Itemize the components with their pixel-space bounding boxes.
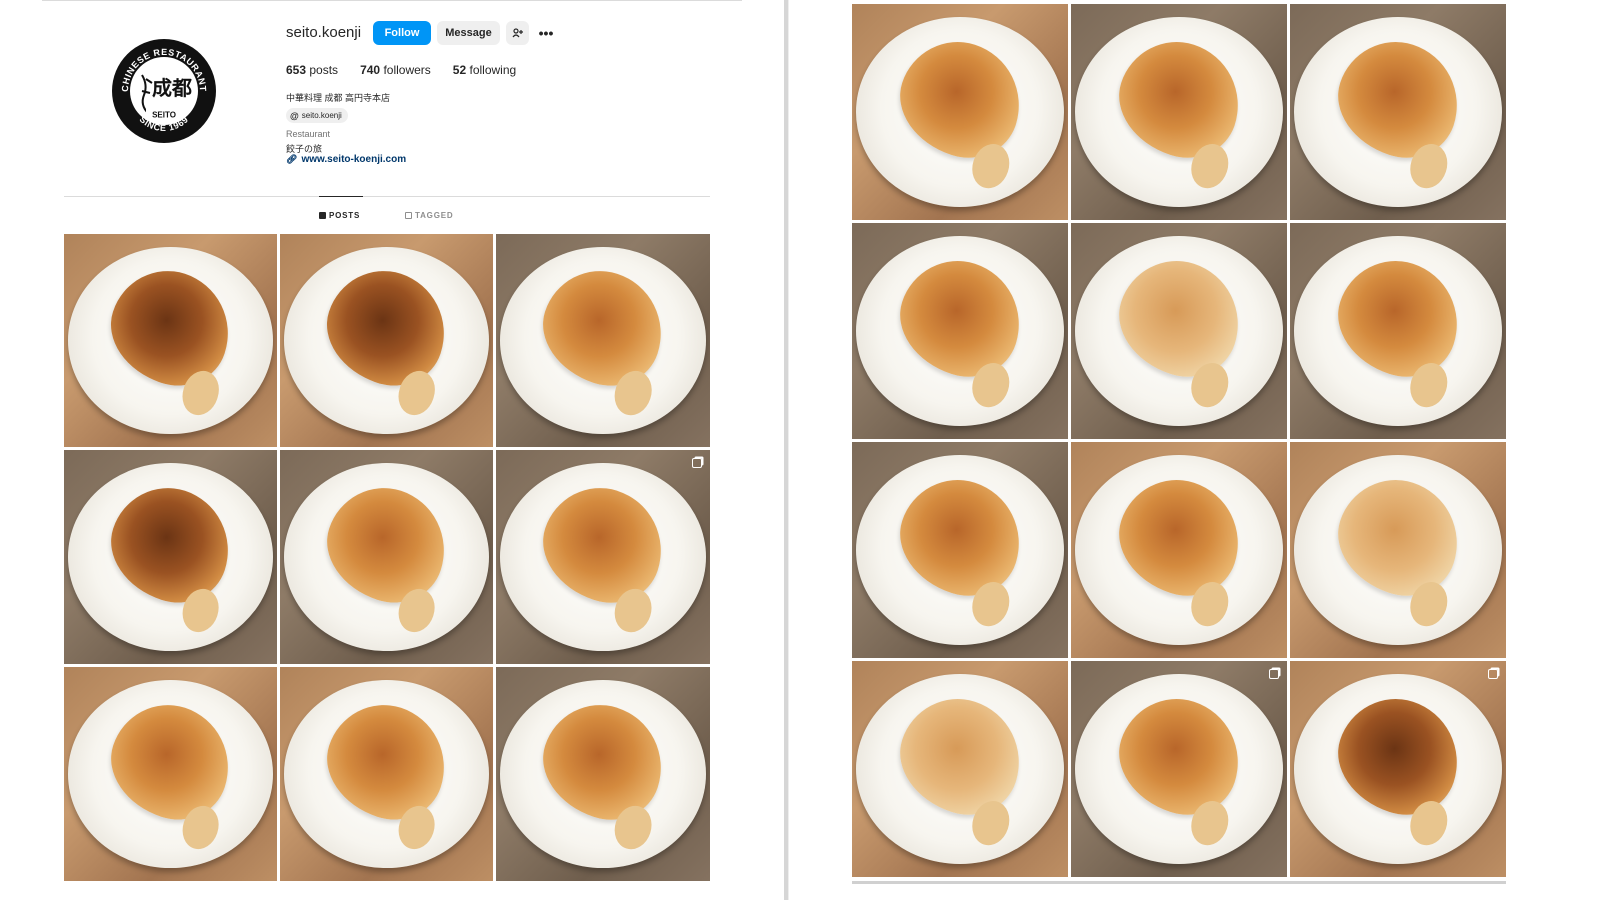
bottom-divider — [852, 881, 1506, 884]
post-tile[interactable] — [496, 450, 710, 664]
bio-name: 中華料理 成都 高円寺本店 — [286, 93, 391, 103]
post-tile[interactable] — [852, 223, 1068, 439]
tagged-icon — [405, 212, 412, 219]
posts-grid-continued — [852, 4, 1506, 877]
carousel-icon — [692, 458, 702, 468]
posts-count: 653 — [286, 63, 307, 77]
grid-icon — [319, 212, 326, 219]
carousel-icon — [1269, 669, 1279, 679]
post-tile[interactable] — [64, 234, 277, 447]
message-button[interactable]: Message — [437, 21, 500, 45]
seito-logo: CHINESE RESTAURANT SINCE 1969 成都 SEITO — [114, 41, 214, 141]
follow-button[interactable]: Follow — [373, 21, 431, 45]
logo-name: SEITO — [152, 111, 176, 120]
tabs-divider — [64, 196, 710, 197]
website-link[interactable]: 🔗︎ www.seito-koenji.com — [286, 154, 406, 165]
threads-handle: seito.koenji — [301, 111, 342, 120]
post-tile[interactable] — [280, 234, 493, 447]
profile-category: Restaurant — [286, 129, 331, 139]
followers-label: followers — [383, 63, 431, 77]
link-icon: 🔗︎ — [286, 154, 298, 164]
tab-posts[interactable]: POSTS — [319, 211, 360, 220]
post-tile[interactable] — [1071, 4, 1287, 220]
threads-badge[interactable]: @ seito.koenji — [286, 108, 348, 123]
following-label: following — [469, 63, 517, 77]
post-tile[interactable] — [280, 667, 493, 881]
post-tile[interactable] — [852, 442, 1068, 658]
post-tile[interactable] — [496, 667, 710, 881]
posts-label: posts — [309, 63, 339, 77]
post-tile[interactable] — [1071, 661, 1287, 877]
posts-stat: 653 posts — [286, 63, 338, 77]
profile-username: seito.koenji — [286, 24, 362, 41]
post-tile[interactable] — [64, 450, 277, 664]
tab-tagged-label: TAGGED — [415, 211, 454, 220]
add-person-icon[interactable] — [506, 21, 529, 45]
profile-avatar[interactable]: CHINESE RESTAURANT SINCE 1969 成都 SEITO — [112, 39, 216, 143]
post-tile[interactable] — [1290, 442, 1506, 658]
posts-grid — [64, 234, 710, 881]
followers-stat[interactable]: 740 followers — [360, 63, 431, 77]
threads-icon: @ — [290, 110, 299, 121]
post-tile[interactable] — [852, 661, 1068, 877]
logo-kanji: 成都 — [152, 76, 192, 100]
active-tab-indicator — [319, 196, 363, 197]
post-tile[interactable] — [1290, 4, 1506, 220]
top-divider — [42, 0, 742, 1]
post-tile[interactable] — [1071, 223, 1287, 439]
post-tile[interactable] — [1290, 223, 1506, 439]
carousel-icon — [1488, 669, 1498, 679]
profile-stats: 653 posts 740 followers 52 following — [286, 63, 516, 77]
website-url: www.seito-koenji.com — [301, 154, 407, 165]
profile-panel: CHINESE RESTAURANT SINCE 1969 成都 SEITO s… — [0, 0, 790, 900]
post-tile[interactable] — [852, 4, 1068, 220]
followers-count: 740 — [360, 63, 381, 77]
screenshot-stage: CHINESE RESTAURANT SINCE 1969 成都 SEITO s… — [0, 0, 1600, 900]
post-tile[interactable] — [64, 667, 277, 881]
following-stat[interactable]: 52 following — [453, 63, 516, 77]
tab-tagged[interactable]: TAGGED — [405, 211, 453, 220]
post-tile[interactable] — [496, 234, 710, 447]
following-count: 52 — [452, 63, 467, 77]
tab-posts-label: POSTS — [329, 211, 361, 220]
post-tile[interactable] — [1290, 661, 1506, 877]
post-tile[interactable] — [280, 450, 493, 664]
post-tile[interactable] — [1071, 442, 1287, 658]
panel-divider-shadow — [788, 0, 789, 900]
more-options-icon[interactable]: ••• — [536, 21, 556, 45]
